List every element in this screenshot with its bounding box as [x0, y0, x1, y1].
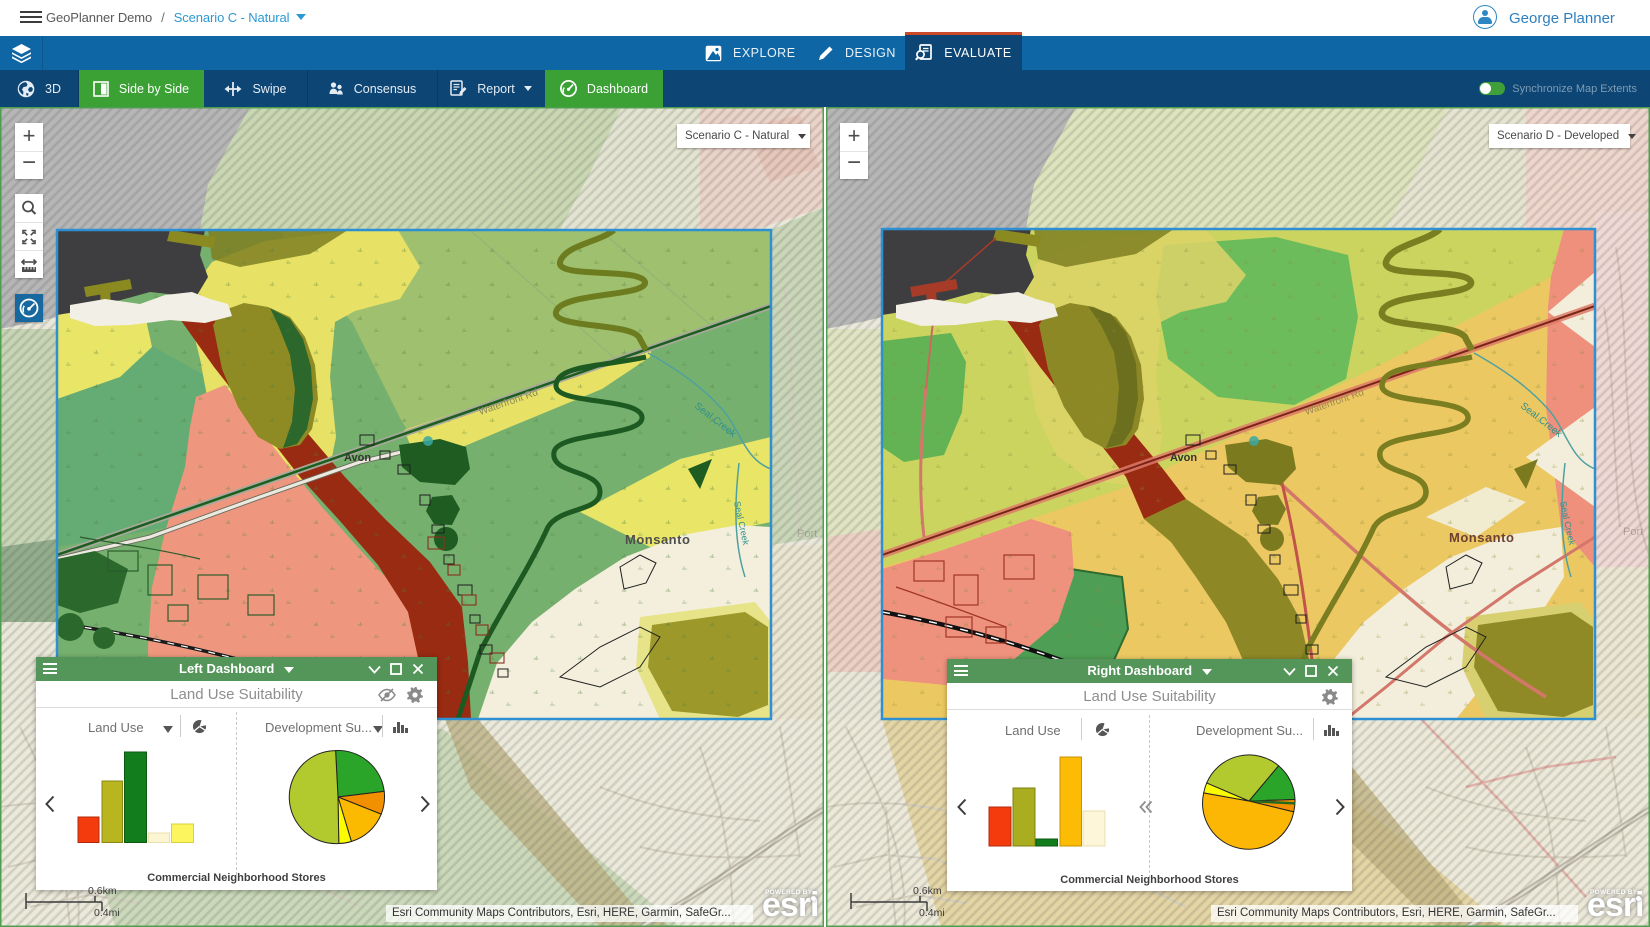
svg-text:0.4mi: 0.4mi	[94, 907, 120, 919]
svg-text:Monsanto: Monsanto	[1449, 530, 1514, 545]
svg-text:0.4mi: 0.4mi	[919, 907, 945, 919]
svg-text:0.6km: 0.6km	[913, 885, 942, 897]
svg-text:Avon: Avon	[1170, 452, 1197, 464]
svg-text:Avon: Avon	[344, 452, 371, 464]
svg-text:0.6km: 0.6km	[88, 885, 117, 897]
svg-text:Monsanto: Monsanto	[625, 532, 690, 547]
